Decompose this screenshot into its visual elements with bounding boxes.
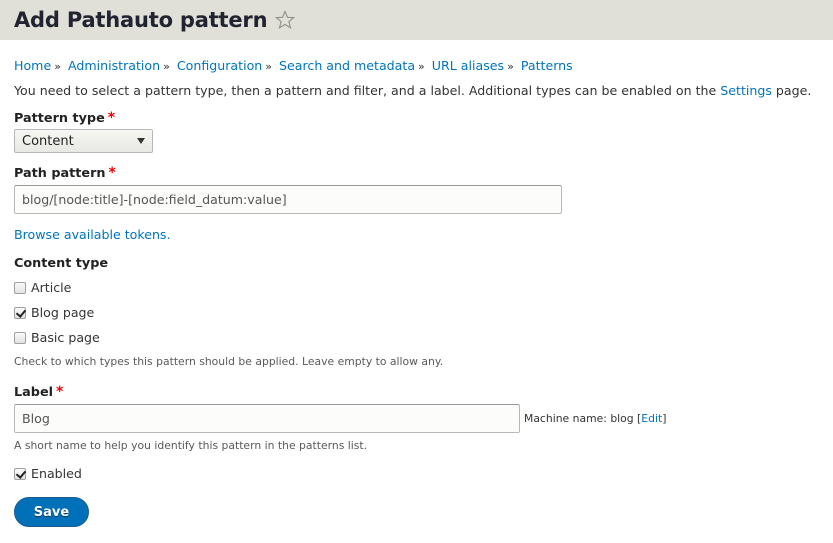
settings-link[interactable]: Settings: [720, 83, 772, 98]
checkbox-blog-page[interactable]: Blog page: [14, 300, 819, 325]
machine-name-suffix: ]: [662, 412, 667, 425]
breadcrumb-separator: »: [265, 60, 273, 73]
label-description: A short name to help you identify this p…: [14, 439, 368, 452]
machine-name: Machine name: blog [Edit]: [524, 412, 666, 425]
breadcrumb-administration[interactable]: Administration: [68, 58, 160, 73]
checkbox-label: Basic page: [31, 330, 100, 345]
checkbox-box[interactable]: [14, 331, 26, 344]
breadcrumb-separator: »: [507, 60, 514, 73]
checkbox-box[interactable]: [14, 281, 26, 294]
breadcrumb: Home» Administration» Configuration» Sea…: [14, 58, 819, 73]
pattern-type-select[interactable]: Content: [14, 129, 153, 153]
star-outline-icon[interactable]: [275, 10, 296, 30]
pattern-type-label-text: Pattern type: [14, 111, 105, 126]
breadcrumb-separator: »: [418, 60, 425, 73]
pattern-type-field: Pattern type * Content: [14, 110, 819, 153]
intro-text-after: page.: [771, 83, 812, 98]
page-header: Add Pathauto pattern: [0, 0, 833, 40]
machine-name-edit-link[interactable]: Edit: [641, 412, 662, 425]
breadcrumb-url-aliases[interactable]: URL aliases: [432, 58, 504, 73]
breadcrumb-configuration[interactable]: Configuration: [177, 58, 262, 73]
checkbox-label: Enabled: [31, 466, 82, 481]
intro-text-before: You need to select a pattern type, then …: [14, 83, 721, 98]
checkbox-box[interactable]: [14, 467, 26, 480]
chevron-down-icon: [137, 138, 145, 144]
machine-name-prefix: Machine name: blog [: [524, 412, 642, 425]
checkbox-enabled[interactable]: Enabled: [14, 461, 819, 486]
path-pattern-label: Path pattern *: [14, 165, 819, 181]
label-input[interactable]: [14, 404, 520, 433]
path-pattern-field: Path pattern *: [14, 165, 819, 214]
pattern-type-label: Pattern type *: [14, 110, 819, 126]
breadcrumb-separator: »: [54, 60, 61, 73]
checkbox-basic-page[interactable]: Basic page: [14, 325, 819, 350]
content-type-label: Content type: [14, 256, 109, 271]
browse-tokens-link[interactable]: Browse available tokens.: [14, 227, 171, 242]
pattern-type-selected: Content: [22, 133, 74, 149]
checkbox-article[interactable]: Article: [14, 275, 819, 300]
breadcrumb-search-and-metadata[interactable]: Search and metadata: [279, 58, 415, 73]
save-button[interactable]: Save: [14, 497, 89, 527]
label-field-label-text: Label: [14, 385, 54, 400]
checkbox-box[interactable]: [14, 306, 26, 319]
checkbox-label: Blog page: [31, 305, 95, 320]
required-marker: *: [108, 165, 116, 181]
content-type-description: Check to which types this pattern should…: [14, 355, 444, 368]
breadcrumb-home[interactable]: Home: [14, 58, 51, 73]
label-field-label: Label *: [14, 384, 819, 400]
path-pattern-label-text: Path pattern: [14, 166, 106, 181]
required-marker: *: [56, 384, 64, 400]
breadcrumb-separator: »: [163, 60, 170, 73]
checkbox-label: Article: [31, 280, 72, 295]
intro-text: You need to select a pattern type, then …: [14, 83, 819, 98]
content-type-field: Content type Article Blog page Basic pag…: [14, 256, 819, 368]
required-marker: *: [107, 110, 116, 126]
label-field: Label* Machine name: blog [Edit] A short…: [14, 384, 819, 452]
breadcrumb-patterns[interactable]: Patterns: [521, 58, 573, 73]
path-pattern-input[interactable]: [14, 185, 562, 214]
page-title: Add Pathauto pattern: [14, 8, 268, 32]
